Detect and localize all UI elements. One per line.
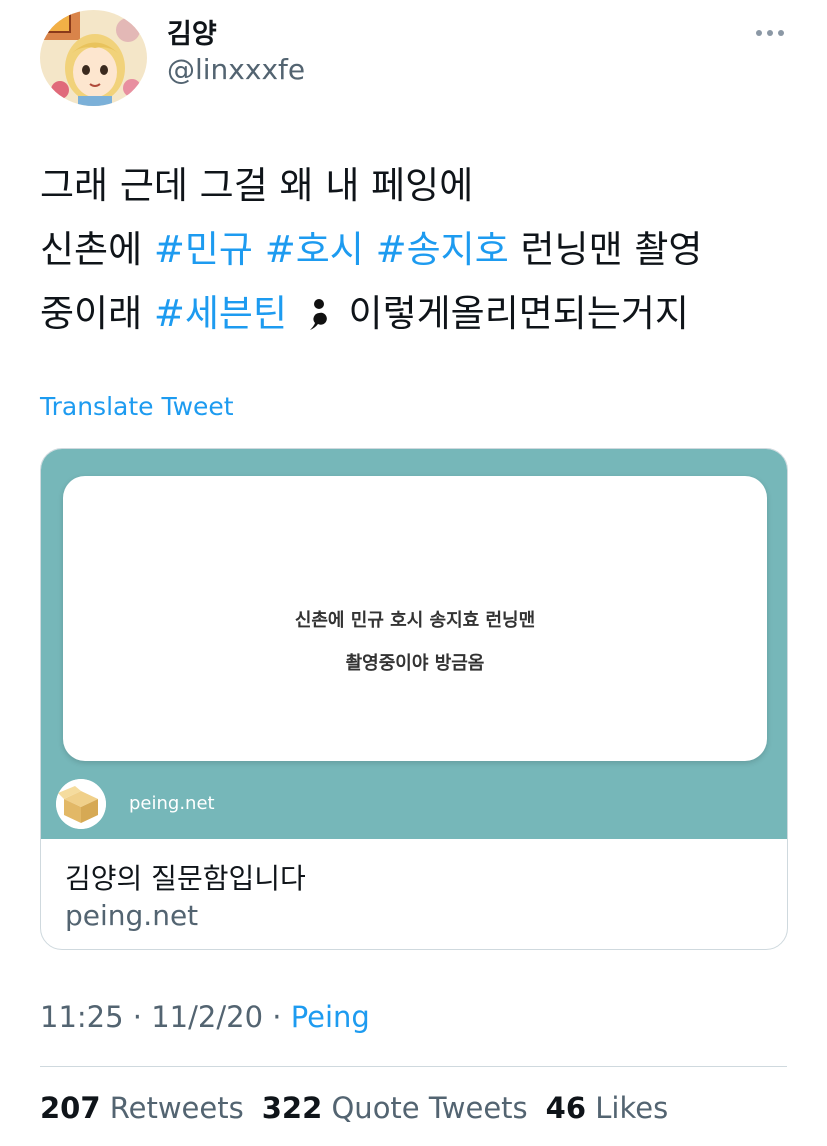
likes-stat[interactable]: 46 Likes xyxy=(546,1091,669,1125)
tweet-text-segment xyxy=(364,228,376,271)
hashtag-link[interactable]: #세븐틴 xyxy=(154,292,287,335)
display-name[interactable]: 김양 xyxy=(167,12,217,51)
tweet-text-line: 중이래 #세븐틴 이렇게올리면되는거지 xyxy=(40,282,800,346)
translate-tweet-link[interactable]: Translate Tweet xyxy=(40,392,234,421)
card-image[interactable]: 신촌에 민규 호시 송지효 런닝맨 촬영중이야 방금옴 peing.net xyxy=(41,449,787,839)
retweets-count: 207 xyxy=(40,1091,101,1125)
tweet-source[interactable]: Peing xyxy=(291,1000,370,1034)
tweet-text-segment: 이렇게올리면되는거지 xyxy=(336,292,689,335)
cardboard-box-icon xyxy=(56,779,106,829)
avatar-image xyxy=(40,10,147,106)
tweet-text-segment: 그래 근데 그걸 왜 내 페잉에 xyxy=(40,164,474,207)
user-handle[interactable]: @linxxxfe xyxy=(167,53,305,86)
tweet-text-segment xyxy=(287,292,299,335)
likes-count: 46 xyxy=(545,1091,587,1125)
tweet-text-segment: 런닝맨 촬영 xyxy=(508,228,703,271)
link-card[interactable]: 신촌에 민규 호시 송지효 런닝맨 촬영중이야 방금옴 peing.net 김양… xyxy=(40,448,788,950)
card-title[interactable]: 김양의 질문함입니다 xyxy=(65,857,306,897)
quote-count: 322 xyxy=(261,1091,323,1125)
tweet-time[interactable]: 11:25 xyxy=(40,1000,124,1034)
quote-label: Quote Tweets xyxy=(331,1091,528,1125)
tweet-meta: 11:25 · 11/2/20 · Peing xyxy=(40,1000,370,1034)
question-line: 신촌에 민규 호시 송지효 런닝맨 xyxy=(294,610,536,631)
question-line: 촬영중이야 방금옴 xyxy=(345,653,485,674)
tweet-text-line: 신촌에 #민규 #호시 #송지호 런닝맨 촬영 xyxy=(40,218,800,282)
hashtag-link[interactable]: #민규 xyxy=(154,228,253,271)
likes-label: Likes xyxy=(595,1091,669,1125)
hashtag-link[interactable]: #호시 xyxy=(265,228,364,271)
tweet-text: 그래 근데 그걸 왜 내 페잉에 신촌에 #민규 #호시 #송지호 런닝맨 촬영 중… xyxy=(40,154,800,346)
card-domain: peing.net xyxy=(65,899,199,932)
more-options-icon[interactable] xyxy=(752,22,788,44)
semicolon-emoji-icon xyxy=(303,286,333,330)
avatar[interactable] xyxy=(40,10,147,106)
retweets-stat[interactable]: 207 Retweets xyxy=(40,1091,244,1125)
retweets-label: Retweets xyxy=(109,1091,244,1125)
divider xyxy=(40,1066,787,1067)
tweet-text-segment: 신촌에 xyxy=(40,228,154,271)
card-site-label: peing.net xyxy=(129,793,215,814)
meta-separator: · xyxy=(123,1000,152,1034)
tweet-stats: 207 Retweets 322 Quote Tweets 46 Likes xyxy=(40,1091,668,1125)
quote-tweets-stat[interactable]: 322 Quote Tweets xyxy=(262,1091,528,1125)
tweet-text-segment xyxy=(253,228,265,271)
tweet-text-line: 그래 근데 그걸 왜 내 페잉에 xyxy=(40,154,800,218)
tweet-text-segment: 중이래 xyxy=(40,292,154,335)
tweet-date[interactable]: 11/2/20 xyxy=(151,1000,263,1034)
meta-separator: · xyxy=(263,1000,291,1034)
hashtag-link[interactable]: #송지호 xyxy=(376,228,509,271)
question-box: 신촌에 민규 호시 송지효 런닝맨 촬영중이야 방금옴 xyxy=(63,476,767,761)
